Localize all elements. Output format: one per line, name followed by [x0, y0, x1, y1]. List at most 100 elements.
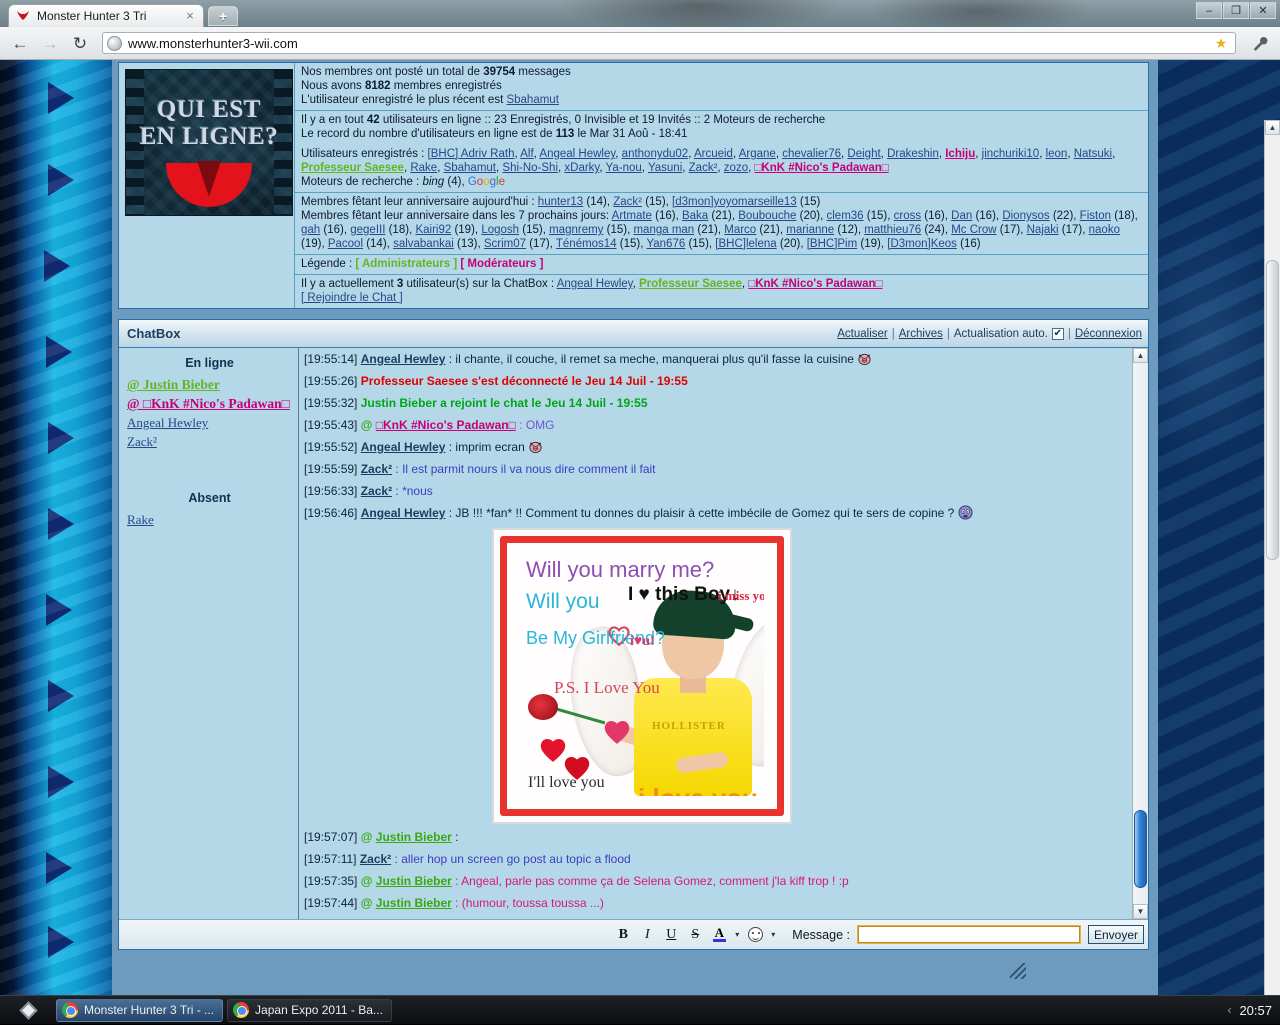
- birthday-user-link[interactable]: Artmate: [612, 210, 652, 222]
- birthday-user-link[interactable]: hunter13: [538, 196, 583, 208]
- message-author-link[interactable]: Zack²: [360, 852, 391, 866]
- birthday-user-link[interactable]: manga man: [633, 224, 694, 236]
- registered-user-link[interactable]: zozo: [724, 162, 748, 174]
- start-button[interactable]: [0, 996, 56, 1025]
- chatbox-user-link[interactable]: @ □KnK #Nico's Padawan□: [127, 396, 290, 411]
- birthday-user-link[interactable]: Najaki: [1027, 224, 1059, 236]
- registered-user-link[interactable]: Deight: [847, 148, 880, 160]
- birthday-user-link[interactable]: Scrim07: [484, 238, 526, 250]
- birthday-user-link[interactable]: [BHC]lelena: [715, 238, 776, 250]
- address-bar[interactable]: www.monsterhunter3-wii.com ★: [102, 32, 1236, 54]
- registered-user-link[interactable]: Arcueid: [694, 148, 733, 160]
- scroll-down-icon[interactable]: ▼: [1133, 904, 1148, 919]
- birthday-user-link[interactable]: Dan: [951, 210, 972, 222]
- bookmark-star-icon[interactable]: ★: [1211, 35, 1231, 52]
- birthday-user-link[interactable]: Pacool: [328, 238, 363, 250]
- page-scrollbar[interactable]: ▲ ▼: [1264, 120, 1280, 995]
- birthday-user-link[interactable]: clem36: [827, 210, 864, 222]
- posted-image[interactable]: Will you marry me?Will youI ♥ this Boy↓i…: [492, 528, 792, 824]
- chatbox-scrollbar[interactable]: ▲ ▼: [1132, 348, 1148, 919]
- close-icon[interactable]: ×: [183, 9, 197, 23]
- registered-user-link[interactable]: □KnK #Nico's Padawan□: [754, 162, 888, 174]
- new-tab-button[interactable]: +: [208, 6, 238, 26]
- registered-user-link[interactable]: xDarky: [564, 162, 599, 174]
- clock[interactable]: 20:57: [1239, 1003, 1272, 1018]
- birthday-user-link[interactable]: Marco: [724, 224, 756, 236]
- taskbar-button[interactable]: Japan Expo 2011 - Ba...: [227, 999, 392, 1022]
- birthday-user-link[interactable]: cross: [894, 210, 921, 222]
- registered-user-link[interactable]: Professeur Saesee: [301, 162, 404, 174]
- taskbar-button[interactable]: Monster Hunter 3 Tri - ...: [56, 999, 223, 1022]
- chatbox-user-link[interactable]: Rake: [127, 512, 154, 527]
- registered-user-link[interactable]: Yasuni: [648, 162, 682, 174]
- message-author-link[interactable]: Angeal Hewley: [361, 440, 446, 454]
- send-button[interactable]: Envoyer: [1088, 925, 1144, 944]
- chatbox-user-link[interactable]: Zack²: [127, 434, 157, 449]
- chatbox-message-stream[interactable]: [19:55:14] Angeal Hewley : il chante, il…: [299, 348, 1132, 919]
- birthday-user-link[interactable]: [d3mon]yoyomarseille13: [672, 196, 797, 208]
- text-color-caret-icon[interactable]: ▾: [732, 930, 742, 939]
- birthday-user-link[interactable]: Ténémos14: [556, 238, 617, 250]
- birthday-user-link[interactable]: matthieu76: [864, 224, 921, 236]
- refresh-link[interactable]: Actualiser: [837, 328, 888, 340]
- underline-button[interactable]: U: [660, 924, 682, 946]
- birthday-user-link[interactable]: magnremy: [549, 224, 603, 236]
- chatbox-notice-user-link[interactable]: □KnK #Nico's Padawan□: [748, 278, 882, 290]
- birthday-user-link[interactable]: naoko: [1089, 224, 1120, 236]
- chatbox-notice-user-link[interactable]: Angeal Hewley: [557, 278, 633, 290]
- maximize-icon[interactable]: ❐: [1223, 2, 1249, 19]
- strikethrough-button[interactable]: S: [684, 924, 706, 946]
- newest-member-link[interactable]: Sbahamut: [506, 94, 558, 106]
- resize-grip[interactable]: [1010, 963, 1026, 979]
- browser-tab[interactable]: Monster Hunter 3 Tri ×: [8, 4, 204, 27]
- registered-user-link[interactable]: Natsuki: [1074, 148, 1112, 160]
- registered-user-link[interactable]: Ichiju: [945, 148, 975, 160]
- registered-user-link[interactable]: Sbahamut: [444, 162, 496, 174]
- birthday-user-link[interactable]: Logosh: [481, 224, 519, 236]
- forward-icon[interactable]: →: [38, 31, 62, 55]
- registered-user-link[interactable]: chevalier76: [782, 148, 841, 160]
- registered-user-link[interactable]: Argane: [739, 148, 776, 160]
- birthday-user-link[interactable]: marianne: [786, 224, 834, 236]
- birthday-user-link[interactable]: [BHC]Pim: [807, 238, 857, 250]
- archives-link[interactable]: Archives: [899, 328, 943, 340]
- tray-expand-icon[interactable]: ‹: [1227, 1003, 1231, 1017]
- registered-user-link[interactable]: [BHC] Adriv Rath: [428, 148, 515, 160]
- join-chat-link[interactable]: [ Rejoindre le Chat ]: [301, 292, 403, 304]
- message-author-link[interactable]: Zack²: [361, 484, 392, 498]
- registered-user-link[interactable]: anthonydu02: [622, 148, 689, 160]
- birthday-user-link[interactable]: Mc Crow: [951, 224, 996, 236]
- birthday-user-link[interactable]: gah: [301, 224, 320, 236]
- message-author-link[interactable]: Justin Bieber: [376, 896, 452, 910]
- message-author-link[interactable]: Zack²: [361, 462, 392, 476]
- message-author-link[interactable]: □KnK #Nico's Padawan□: [376, 418, 516, 432]
- message-author-link[interactable]: Justin Bieber: [376, 830, 452, 844]
- page-scroll-up-icon[interactable]: ▲: [1265, 120, 1280, 135]
- message-author-link[interactable]: Angeal Hewley: [361, 352, 446, 366]
- back-icon[interactable]: ←: [8, 31, 32, 55]
- registered-user-link[interactable]: Alf: [520, 148, 533, 160]
- message-input[interactable]: [858, 926, 1080, 943]
- italic-button[interactable]: I: [636, 924, 658, 946]
- birthday-user-link[interactable]: Fiston: [1080, 210, 1111, 222]
- registered-user-link[interactable]: Zack²: [689, 162, 718, 174]
- registered-user-link[interactable]: Rake: [410, 162, 437, 174]
- birthday-user-link[interactable]: gegeIII: [350, 224, 385, 236]
- chatbox-notice-user-link[interactable]: Professeur Saesee: [639, 278, 742, 290]
- scrollbar-thumb[interactable]: [1134, 810, 1147, 888]
- auto-refresh-checkbox[interactable]: ✔: [1052, 328, 1064, 340]
- wrench-icon[interactable]: [1248, 31, 1272, 55]
- reload-icon[interactable]: ↻: [68, 31, 92, 55]
- scroll-up-icon[interactable]: ▲: [1133, 348, 1148, 363]
- birthday-user-link[interactable]: Boubouche: [738, 210, 796, 222]
- registered-user-link[interactable]: Ya-nou: [606, 162, 642, 174]
- registered-user-link[interactable]: Shi-No-Shi: [502, 162, 558, 174]
- birthday-user-link[interactable]: Dionysos: [1002, 210, 1049, 222]
- text-color-button[interactable]: A: [708, 924, 730, 946]
- registered-user-link[interactable]: jinchuriki10: [982, 148, 1040, 160]
- smiley-caret-icon[interactable]: ▾: [768, 930, 778, 939]
- birthday-user-link[interactable]: [D3mon]Keos: [887, 238, 957, 250]
- message-author-link[interactable]: Angeal Hewley: [361, 506, 446, 520]
- chatbox-user-link[interactable]: Angeal Hewley: [127, 415, 208, 430]
- birthday-user-link[interactable]: Zack²: [613, 196, 642, 208]
